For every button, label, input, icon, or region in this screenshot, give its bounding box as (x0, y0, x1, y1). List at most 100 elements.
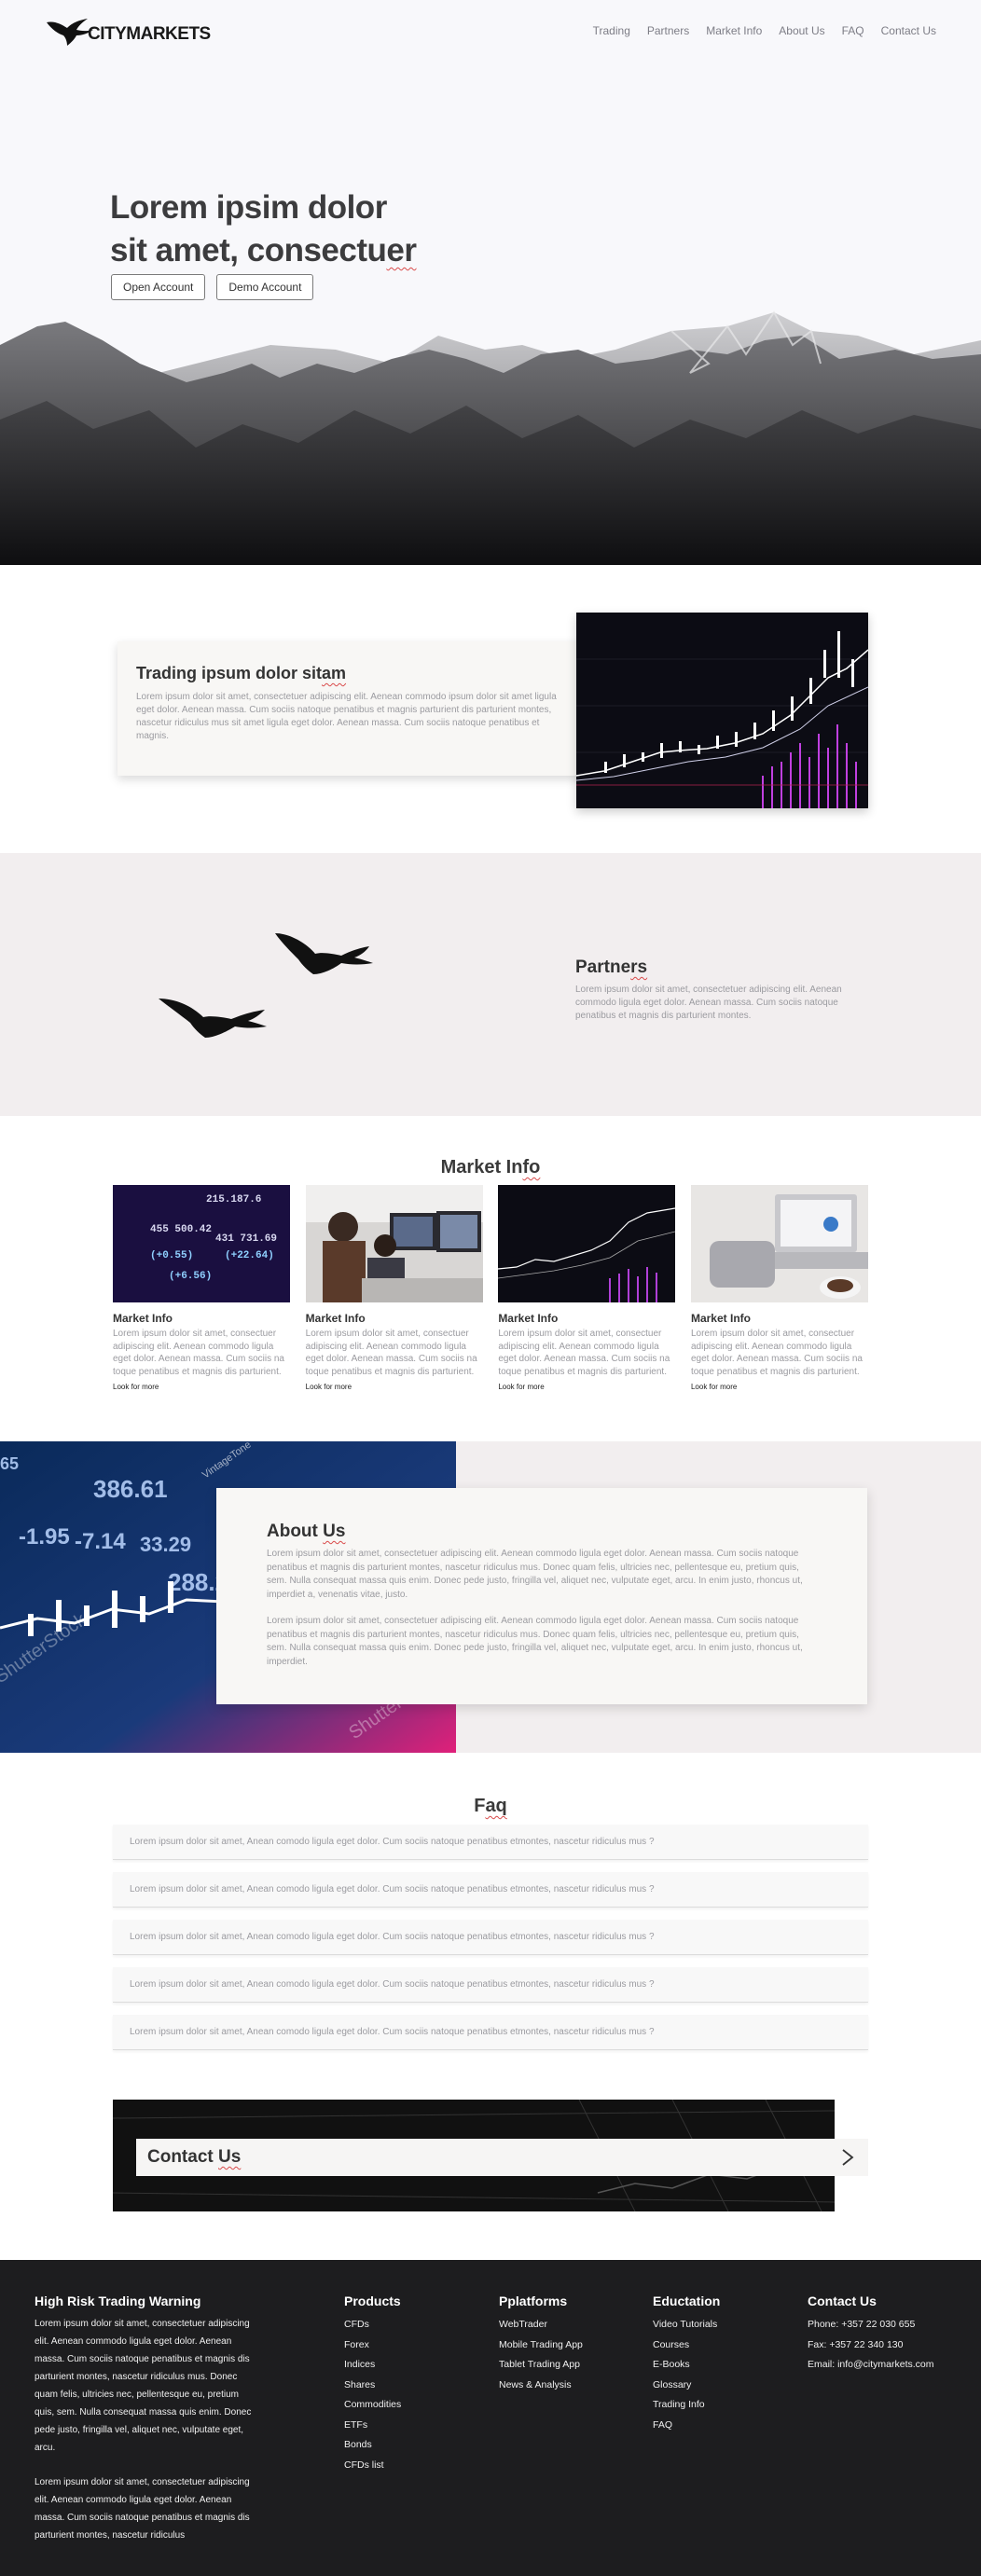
footer-link-commodities[interactable]: Commodities (344, 2395, 401, 2416)
footer-risk-p1: Lorem ipsum dolor sit amet, consectetuer… (35, 2319, 252, 2453)
nav-market-info[interactable]: Market Info (706, 24, 762, 37)
nav-partners[interactable]: Partners (647, 24, 689, 37)
hero-buttons: Open Account Demo Account (111, 274, 314, 300)
candlestick-image (576, 613, 868, 808)
brand-name: CITYMARKETS (88, 24, 211, 44)
svg-text:-7.14: -7.14 (75, 1529, 126, 1554)
footer-link-webtrader[interactable]: WebTrader (499, 2315, 583, 2335)
footer-link-forex[interactable]: Forex (344, 2335, 401, 2356)
footer-link-courses[interactable]: Courses (653, 2335, 720, 2356)
nav-trading[interactable]: Trading (593, 24, 630, 37)
trading-chart-image (576, 613, 868, 808)
partners-text-block: Partners Lorem ipsum dolor sit amet, con… (575, 957, 874, 1023)
faq-item[interactable]: Lorem ipsum dolor sit amet, Anean comodo… (113, 1920, 868, 1955)
eagles-icon (159, 933, 373, 1038)
trading-title: Trading ipsum dolor sitam (136, 664, 347, 682)
faq-item[interactable]: Lorem ipsum dolor sit amet, Anean comodo… (113, 2015, 868, 2050)
ticker-board-image: 215.187.6 455 500.42 431 731.69 (+22.64)… (113, 1185, 290, 1302)
footer-link-cfds[interactable]: CFDs (344, 2315, 401, 2335)
laptop-coffee-image (690, 1185, 868, 1302)
footer-contact: Contact Us Phone: +357 22 030 655 Fax: +… (808, 2294, 934, 2376)
footer-link-tablet-app[interactable]: Tablet Trading App (499, 2355, 583, 2376)
hero-title: Lorem ipsim dolor sit amet, consectuer (110, 186, 417, 272)
hero-section: CITYMARKETS Trading Partners Market Info… (0, 0, 981, 565)
footer-link-cfds-list[interactable]: CFDs list (344, 2456, 401, 2476)
market-card[interactable]: Market Info Lorem ipsum dolor sit amet, … (498, 1185, 676, 1391)
about-paragraph-1: Lorem ipsum dolor sit amet, consectetuer… (267, 1549, 803, 1600)
faq-item[interactable]: Lorem ipsum dolor sit amet, Anean comodo… (113, 1872, 868, 1908)
about-section: 65 386.61 -1.95 -7.14 33.29 288.27 Shutt… (0, 1441, 981, 1753)
brand-logo[interactable]: CITYMARKETS (45, 13, 211, 50)
trading-card: Trading ipsum dolor sitam Lorem ipsum do… (117, 641, 584, 776)
footer-education-title: Eductation (653, 2294, 721, 2308)
svg-text:386.61: 386.61 (93, 1475, 168, 1503)
footer-link-indices[interactable]: Indices (344, 2355, 401, 2376)
footer-products: Products CFDs Forex Indices Shares Commo… (344, 2294, 401, 2475)
hero-title-line2-end: er (386, 232, 417, 269)
partners-desc: Lorem ipsum dolor sit amet, consectetuer… (575, 985, 842, 1021)
footer-link-shares[interactable]: Shares (344, 2376, 401, 2396)
footer-link-news[interactable]: News & Analysis (499, 2376, 583, 2396)
footer-products-title: Products (344, 2294, 401, 2308)
look-for-more-link[interactable]: Look for more (498, 1383, 675, 1391)
about-title: About Us (267, 1522, 346, 1541)
faq-item[interactable]: Lorem ipsum dolor sit amet, Anean comodo… (113, 1967, 868, 2003)
nav-about-us[interactable]: About Us (779, 24, 824, 37)
svg-text:(+0.55): (+0.55) (150, 1250, 193, 1261)
office-traders-image (305, 1185, 483, 1302)
open-account-button[interactable]: Open Account (111, 274, 206, 300)
nav-contact-us[interactable]: Contact Us (881, 24, 936, 37)
hero-title-line2: sit amet, consectu (110, 232, 387, 269)
market-card[interactable]: Market Info Lorem ipsum dolor sit amet, … (305, 1185, 483, 1391)
footer-link-trading-info[interactable]: Trading Info (653, 2395, 720, 2416)
partners-section: Partners Lorem ipsum dolor sit amet, con… (0, 853, 981, 1116)
svg-text:-1.95: -1.95 (19, 1524, 70, 1550)
about-paragraph-2: Lorem ipsum dolor sit amet, consectetuer… (267, 1616, 803, 1667)
demo-account-button[interactable]: Demo Account (216, 274, 314, 300)
partners-title: Partners (575, 957, 648, 977)
footer-link-mobile-app[interactable]: Mobile Trading App (499, 2335, 583, 2356)
footer-platforms: Pplatforms WebTrader Mobile Trading App … (499, 2294, 583, 2395)
footer-link-video-tutorials[interactable]: Video Tutorials (653, 2315, 720, 2335)
footer-email[interactable]: Email: info@citymarkets.com (808, 2355, 934, 2376)
footer-link-etfs[interactable]: ETFs (344, 2416, 401, 2436)
faq-list: Lorem ipsum dolor sit amet, Anean comodo… (113, 1825, 868, 2062)
chevron-right-icon[interactable] (840, 2148, 855, 2167)
market-card[interactable]: 215.187.6 455 500.42 431 731.69 (+22.64)… (113, 1185, 290, 1391)
market-card-text: Lorem ipsum dolor sit amet, consectuer a… (690, 1329, 863, 1377)
footer-platforms-title: Pplatforms (499, 2294, 568, 2308)
market-card[interactable]: Market Info Lorem ipsum dolor sit amet, … (690, 1185, 868, 1391)
footer-link-faq[interactable]: FAQ (653, 2416, 720, 2436)
footer-link-ebooks[interactable]: E-Books (653, 2355, 720, 2376)
look-for-more-link[interactable]: Look for more (113, 1383, 290, 1391)
footer-education: Eductation Video Tutorials Courses E-Boo… (653, 2294, 720, 2435)
market-card-text: Lorem ipsum dolor sit amet, consectuer a… (305, 1329, 477, 1377)
faq-item[interactable]: Lorem ipsum dolor sit amet, Anean comodo… (113, 1825, 868, 1860)
svg-text:65: 65 (0, 1454, 19, 1473)
footer-risk-title: High Risk Trading Warning (35, 2294, 201, 2308)
footer-link-bonds[interactable]: Bonds (344, 2435, 401, 2456)
look-for-more-link[interactable]: Look for more (691, 1383, 868, 1391)
about-card: About Us Lorem ipsum dolor sit amet, con… (216, 1488, 867, 1704)
look-for-more-link[interactable]: Look for more (306, 1383, 483, 1391)
main-nav: Trading Partners Market Info About Us FA… (593, 24, 936, 37)
market-card-text: Lorem ipsum dolor sit amet, consectuer a… (498, 1329, 670, 1377)
market-card-title: Market Info (498, 1312, 559, 1325)
chart-screen-image (498, 1185, 676, 1302)
footer-contact-title: Contact Us (808, 2294, 877, 2308)
market-cards: 215.187.6 455 500.42 431 731.69 (+22.64)… (113, 1185, 868, 1391)
market-card-title: Market Info (690, 1312, 751, 1325)
footer-link-glossary[interactable]: Glossary (653, 2376, 720, 2396)
svg-text:33.29: 33.29 (140, 1533, 191, 1556)
market-card-text: Lorem ipsum dolor sit amet, consectuer a… (113, 1329, 284, 1377)
footer-risk-p2: Lorem ipsum dolor sit amet, consectetuer… (35, 2477, 250, 2541)
svg-text:455 500.42: 455 500.42 (150, 1224, 212, 1235)
svg-text:(+6.56): (+6.56) (169, 1271, 212, 1282)
contact-us-bar[interactable]: Contact Us (136, 2139, 868, 2176)
svg-text:215.187.6: 215.187.6 (206, 1194, 261, 1205)
footer: High Risk Trading Warning Lorem ipsum do… (0, 2260, 981, 2576)
svg-text:431 731.69: 431 731.69 (215, 1233, 277, 1245)
nav-faq[interactable]: FAQ (842, 24, 864, 37)
footer-phone: Phone: +357 22 030 655 (808, 2319, 916, 2330)
faq-heading: Faq (474, 1796, 507, 1816)
